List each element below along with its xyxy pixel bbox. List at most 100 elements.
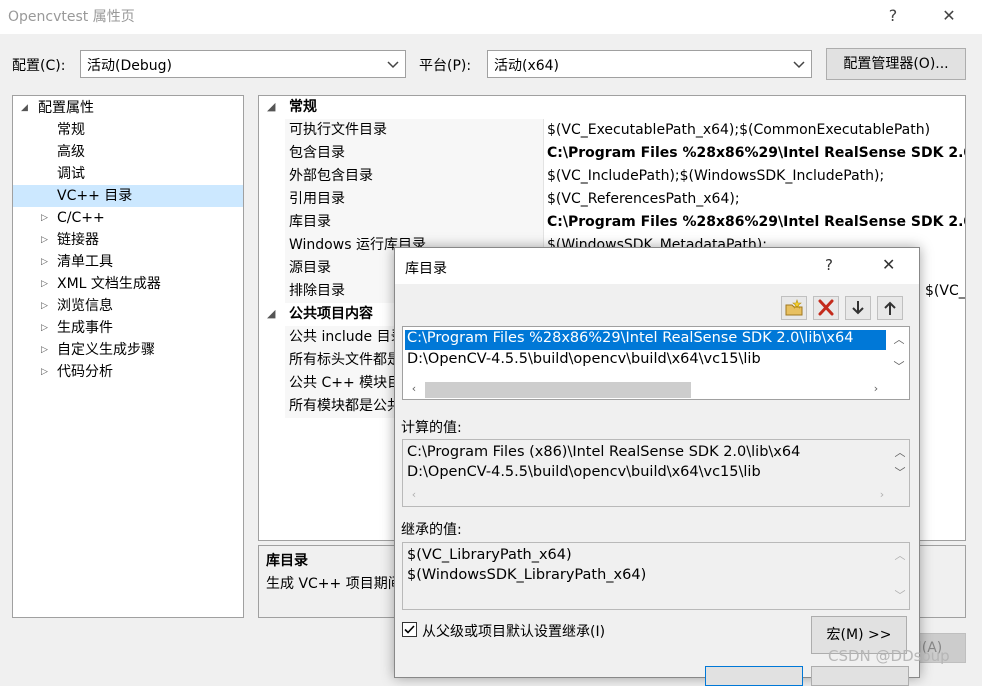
- arrow-up-icon[interactable]: [877, 296, 903, 320]
- vertical-scrollbar[interactable]: ︿ ﹀: [890, 327, 908, 381]
- tree-item-label: 浏览信息: [57, 298, 113, 314]
- new-folder-icon[interactable]: [781, 296, 807, 320]
- horizontal-scrollbar[interactable]: ‹ ›: [403, 380, 909, 399]
- window-titlebar: Opencvtest 属性页 ? ✕: [0, 0, 982, 34]
- list-item-selected[interactable]: C:\Program Files %28x86%29\Intel RealSen…: [407, 330, 853, 346]
- inherited-values-box: $(VC_LibraryPath_x64) $(WindowsSDK_Libra…: [402, 542, 910, 610]
- property-name: 外部包含目录: [289, 168, 373, 184]
- column-divider: [543, 165, 544, 188]
- section-general[interactable]: ◢ 常规: [259, 96, 965, 119]
- tree-root-label: 配置属性: [38, 100, 94, 116]
- collapse-icon[interactable]: ◢: [267, 96, 277, 118]
- tree-item-code-analysis[interactable]: ▷ 代码分析: [13, 361, 243, 383]
- close-icon[interactable]: ✕: [882, 255, 895, 274]
- tree-item-c-cpp[interactable]: ▷ C/C++: [13, 207, 243, 229]
- scroll-down-icon[interactable]: ﹀: [893, 467, 907, 478]
- property-value[interactable]: $(VC_ExecutablePath_x64);$(CommonExecuta…: [547, 119, 930, 142]
- inherit-checkbox[interactable]: [402, 622, 417, 637]
- property-row-selected[interactable]: 库目录 C:\Program Files %28x86%29\Intel Rea…: [259, 211, 965, 234]
- property-value[interactable]: $(VC_ReferencesPath_x64);: [547, 188, 740, 211]
- arrow-up-glyph: [884, 301, 896, 315]
- tree-item-general[interactable]: 常规: [13, 119, 243, 141]
- expand-triangle-icon[interactable]: ▷: [41, 207, 51, 229]
- property-value[interactable]: C:\Program Files %28x86%29\Intel RealSen…: [547, 142, 965, 165]
- expand-triangle-icon[interactable]: ▷: [41, 339, 51, 361]
- tree-item-manifest-tool[interactable]: ▷ 清单工具: [13, 251, 243, 273]
- property-value[interactable]: $(VC_L: [925, 280, 965, 303]
- property-row[interactable]: 引用目录 $(VC_ReferencesPath_x64);: [259, 188, 965, 211]
- help-icon[interactable]: ?: [878, 4, 908, 28]
- tree-item-label: C/C++: [57, 210, 105, 226]
- config-dropdown[interactable]: 活动(Debug): [80, 50, 406, 78]
- tree-item-label: XML 文档生成器: [57, 276, 161, 292]
- tree-root[interactable]: ◢ 配置属性: [13, 97, 243, 119]
- scroll-up-icon[interactable]: ︿: [893, 447, 907, 458]
- property-value[interactable]: C:\Program Files %28x86%29\Intel RealSen…: [547, 211, 965, 234]
- tree-item-linker[interactable]: ▷ 链接器: [13, 229, 243, 251]
- expand-triangle-icon[interactable]: ▷: [41, 361, 51, 383]
- scroll-down-icon[interactable]: ﹀: [893, 590, 907, 601]
- tree-item-build-events[interactable]: ▷ 生成事件: [13, 317, 243, 339]
- tree-item-label: 代码分析: [57, 364, 113, 380]
- expand-triangle-icon[interactable]: ▷: [41, 295, 51, 317]
- platform-value: 活动(x64): [494, 58, 560, 74]
- scroll-thumb[interactable]: [425, 382, 691, 398]
- tree-item-label: 自定义生成步骤: [57, 342, 155, 358]
- property-value[interactable]: $(VC_IncludePath);$(WindowsSDK_IncludePa…: [547, 165, 884, 188]
- ok-button[interactable]: [705, 666, 803, 686]
- inherited-label: 继承的值:: [401, 522, 462, 538]
- cancel-button[interactable]: [811, 666, 909, 686]
- platform-label: 平台(P):: [419, 58, 472, 74]
- collapse-icon[interactable]: ◢: [267, 303, 277, 325]
- close-icon[interactable]: ✕: [934, 4, 964, 28]
- tree-item-label: 清单工具: [57, 254, 113, 270]
- expand-triangle-icon[interactable]: ▷: [41, 229, 51, 251]
- expand-triangle-icon[interactable]: ▷: [41, 317, 51, 339]
- evaluated-value: C:\Program Files (x86)\Intel RealSense S…: [407, 444, 801, 460]
- tree-item-debugging[interactable]: 调试: [13, 163, 243, 185]
- column-divider: [543, 188, 544, 211]
- scroll-right-icon[interactable]: ›: [875, 489, 889, 500]
- tree-item-label: VC++ 目录: [57, 188, 133, 204]
- tree-item-browse-info[interactable]: ▷ 浏览信息: [13, 295, 243, 317]
- collapse-triangle-icon[interactable]: ◢: [21, 97, 31, 119]
- checkmark-icon: [404, 625, 415, 634]
- scroll-left-icon[interactable]: ‹: [407, 383, 421, 394]
- delete-icon[interactable]: [813, 296, 839, 320]
- arrow-down-icon[interactable]: [845, 296, 871, 320]
- list-item[interactable]: D:\OpenCV-4.5.5\build\opencv\build\x64\v…: [407, 351, 761, 367]
- platform-dropdown[interactable]: 活动(x64): [487, 50, 812, 78]
- tree-item-advanced[interactable]: 高级: [13, 141, 243, 163]
- config-manager-button[interactable]: 配置管理器(O)...: [826, 48, 966, 80]
- expand-triangle-icon[interactable]: ▷: [41, 251, 51, 273]
- watermark: CSDN @DDsoup: [828, 647, 950, 665]
- scroll-right-icon[interactable]: ›: [869, 383, 883, 394]
- property-row[interactable]: 包含目录 C:\Program Files %28x86%29\Intel Re…: [259, 142, 965, 165]
- column-divider: [543, 142, 544, 165]
- property-row[interactable]: 外部包含目录 $(VC_IncludePath);$(WindowsSDK_In…: [259, 165, 965, 188]
- config-label: 配置(C):: [12, 58, 66, 74]
- inherited-value: $(VC_LibraryPath_x64): [407, 547, 572, 563]
- scroll-left-icon[interactable]: ‹: [407, 489, 421, 500]
- tree-item-vc-directories[interactable]: VC++ 目录: [13, 185, 243, 207]
- evaluated-label: 计算的值:: [401, 420, 462, 436]
- property-row[interactable]: 可执行文件目录 $(VC_ExecutablePath_x64);$(Commo…: [259, 119, 965, 142]
- new-folder-glyph: [785, 299, 803, 316]
- scroll-up-icon[interactable]: ︿: [892, 334, 906, 345]
- property-name: 引用目录: [289, 191, 345, 207]
- arrow-down-glyph: [852, 301, 864, 315]
- tree-item-custom-build[interactable]: ▷ 自定义生成步骤: [13, 339, 243, 361]
- scroll-up-icon[interactable]: ︿: [893, 550, 907, 561]
- library-directories-dialog: 库目录 ? ✕ C:\Program Files %28x86%29\Intel…: [394, 247, 920, 686]
- config-value: 活动(Debug): [87, 58, 172, 74]
- help-icon[interactable]: ?: [825, 256, 833, 274]
- section-title: 常规: [289, 99, 317, 115]
- inherit-checkbox-label[interactable]: 从父级或项目默认设置继承(I): [422, 621, 605, 641]
- window-title: Opencvtest 属性页: [8, 9, 135, 25]
- scroll-down-icon[interactable]: ﹀: [892, 361, 906, 372]
- property-name: 包含目录: [289, 145, 345, 161]
- directory-list[interactable]: C:\Program Files %28x86%29\Intel RealSen…: [402, 326, 910, 400]
- expand-triangle-icon[interactable]: ▷: [41, 273, 51, 295]
- tree-item-xml-doc[interactable]: ▷ XML 文档生成器: [13, 273, 243, 295]
- tree-item-label: 调试: [57, 166, 85, 182]
